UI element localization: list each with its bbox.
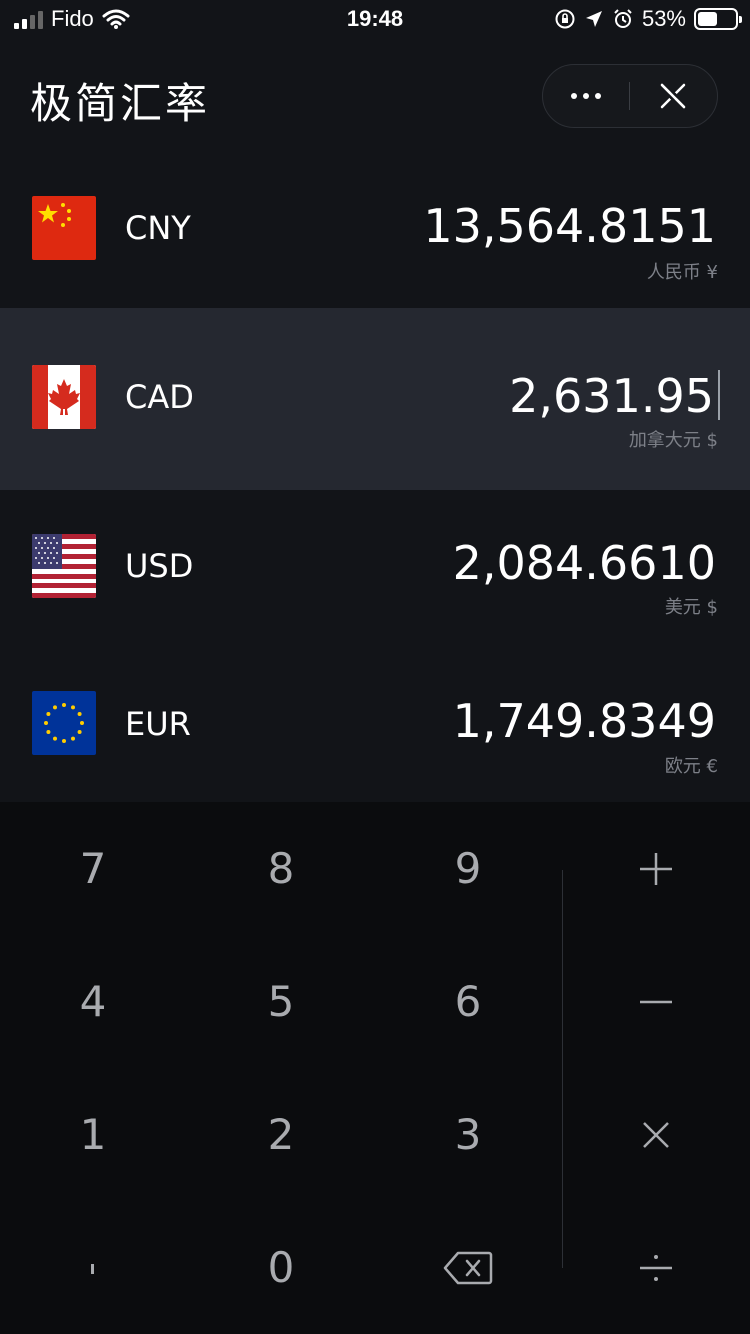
battery-fill [698,12,717,26]
canada-flag-icon [32,365,96,429]
currency-name: 人民币 ¥ [646,262,718,283]
battery-percent: 53% [641,6,686,31]
currency-name: 欧元 € [664,756,718,777]
more-button[interactable] [543,65,629,127]
signal-strength-icon [14,9,43,29]
key-3[interactable]: 3 [375,1068,561,1201]
keypad: 7 8 9 4 5 6 1 2 3 0 [0,802,750,1334]
currency-name: 加拿大元 $ [628,430,718,451]
location-arrow-icon [585,11,602,27]
plus-icon [640,852,672,885]
key-1[interactable]: 1 [0,1068,186,1201]
plus-button[interactable] [563,802,749,935]
battery-icon [694,8,742,30]
divide-button[interactable] [563,1201,749,1334]
currency-code: EUR [125,705,191,743]
currency-code: CNY [125,209,191,247]
wifi-icon [102,9,130,29]
key-7[interactable]: 7 [0,802,186,935]
key-0[interactable]: 0 [188,1201,374,1334]
minus-icon [640,1000,672,1003]
key-9[interactable]: 9 [375,802,561,935]
status-bar: Fido 19:48 53% [0,0,750,40]
china-flag-icon [32,196,96,260]
decimal-point-icon [91,1263,94,1274]
page-title: 极简汇率 [30,79,211,128]
status-left: Fido [14,6,130,32]
key-decimal[interactable] [0,1201,186,1334]
currency-list: CNY 13,564.8151 人民币 ¥ CAD 2,631.95 加拿大元 … [0,155,750,802]
currency-code: CAD [125,378,194,416]
alarm-icon [614,9,632,28]
key-5[interactable]: 5 [188,935,374,1068]
currency-row-cny[interactable]: CNY 13,564.8151 人民币 ¥ [0,155,750,308]
more-dots-icon [571,93,601,99]
currency-code: USD [125,547,194,585]
key-8[interactable]: 8 [188,802,374,935]
currency-row-cad[interactable]: CAD 2,631.95 加拿大元 $ [0,308,750,490]
multiply-icon [643,1121,669,1148]
key-2[interactable]: 2 [188,1068,374,1201]
menu-capsule [542,64,718,128]
carrier-name: Fido [51,6,94,31]
status-right: 53% [554,6,742,32]
input-caret [718,370,720,420]
currency-row-eur[interactable]: EUR 1,749.8349 欧元 € [0,659,750,802]
nav-header: 极简汇率 [0,40,750,155]
key-4[interactable]: 4 [0,935,186,1068]
multiply-button[interactable] [563,1068,749,1201]
key-6[interactable]: 6 [375,935,561,1068]
currency-name: 美元 $ [664,597,718,618]
currency-amount: 2,631.95 [509,369,714,423]
divide-icon [640,1254,672,1281]
close-icon [660,83,686,109]
usa-flag-icon [32,534,96,598]
close-button[interactable] [630,65,716,127]
minus-button[interactable] [563,935,749,1068]
currency-amount: 2,084.6610 [452,536,716,590]
currency-row-usd[interactable]: USD 2,084.6610 美元 $ [0,490,750,659]
currency-amount: 1,749.8349 [452,694,716,748]
rotation-lock-icon [555,9,575,29]
currency-amount: 13,564.8151 [423,199,716,253]
backspace-icon [443,1251,493,1284]
eu-flag-icon [32,691,96,755]
backspace-button[interactable] [375,1201,561,1334]
